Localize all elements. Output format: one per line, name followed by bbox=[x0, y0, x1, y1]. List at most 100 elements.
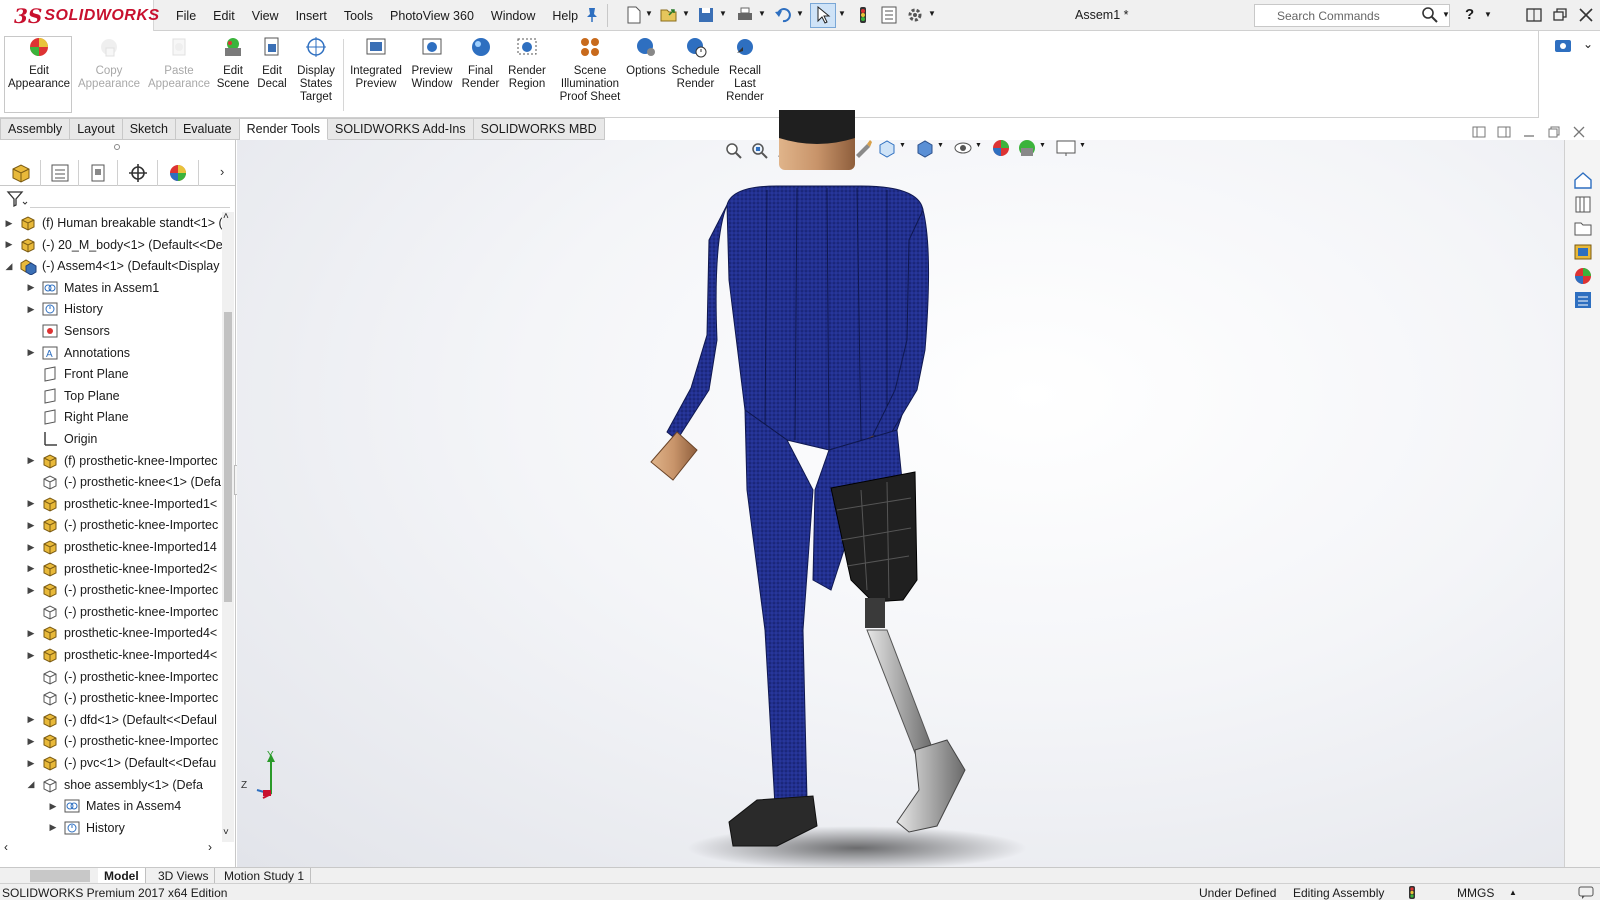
display-states-target-button[interactable]: Display States Target bbox=[291, 35, 341, 104]
filter-input[interactable] bbox=[30, 190, 230, 208]
tree-node[interactable]: ▶ (-) prosthetic-knee-Importec bbox=[26, 579, 218, 601]
tab-layout[interactable]: Layout bbox=[70, 118, 123, 140]
solidworks-resources-icon[interactable] bbox=[1573, 170, 1593, 190]
collapsed-arrow-icon[interactable]: ▶ bbox=[48, 822, 58, 833]
preview-window-button[interactable]: Preview Window bbox=[405, 35, 459, 91]
display-manager-tab-icon[interactable] bbox=[168, 163, 188, 183]
collapsed-arrow-icon[interactable]: ▶ bbox=[26, 520, 36, 531]
tree-node[interactable]: ▶ prosthetic-knee-Imported14 bbox=[26, 536, 217, 558]
menu-tools[interactable]: Tools bbox=[344, 9, 373, 23]
viewport-minimize-icon[interactable] bbox=[1522, 125, 1536, 139]
options-gear-icon[interactable] bbox=[906, 6, 924, 24]
tree-node[interactable]: ▶ prosthetic-knee-Imported4< bbox=[26, 644, 217, 666]
collapsed-arrow-icon[interactable]: ▶ bbox=[26, 563, 36, 574]
status-message-icon[interactable] bbox=[1578, 886, 1594, 899]
view-palette-icon[interactable] bbox=[1573, 242, 1593, 262]
tab-evaluate[interactable]: Evaluate bbox=[175, 118, 240, 140]
menu-edit[interactable]: Edit bbox=[213, 9, 235, 23]
recall-last-render-button[interactable]: Recall Last Render bbox=[723, 35, 767, 104]
final-render-button[interactable]: Final Render bbox=[459, 35, 502, 91]
collapsed-arrow-icon[interactable]: ▶ bbox=[26, 498, 36, 509]
paste-appearance-button[interactable]: Paste Appearance bbox=[144, 35, 214, 91]
tree-node[interactable]: ◢ (-) Assem4<1> (Default<Display bbox=[4, 255, 220, 277]
rebuild-status-icon[interactable] bbox=[1406, 886, 1418, 899]
tree-node[interactable]: ▶ Mates in Assem4 bbox=[48, 795, 182, 817]
tree-vertical-scrollbar[interactable]: ˄ ˅ bbox=[222, 211, 234, 842]
view-settings-monitor-icon[interactable] bbox=[1055, 138, 1077, 158]
solidworks-logo[interactable]: 3S SOLIDWORKS bbox=[0, 0, 159, 31]
restore-window-icon[interactable] bbox=[1551, 6, 1569, 24]
undo-icon[interactable] bbox=[774, 6, 792, 24]
menu-help[interactable]: Help bbox=[552, 9, 578, 23]
tab-sketch[interactable]: Sketch bbox=[122, 118, 176, 140]
tree-node[interactable]: ▶ (-) dfd<1> (Default<<Defaul bbox=[26, 709, 217, 731]
filter-icon[interactable] bbox=[6, 190, 28, 208]
collapsed-arrow-icon[interactable]: ▶ bbox=[4, 218, 14, 229]
configuration-manager-tab-icon[interactable] bbox=[88, 163, 108, 183]
collapsed-arrow-icon[interactable]: ▶ bbox=[26, 455, 36, 466]
render-region-button[interactable]: Render Region bbox=[502, 35, 552, 91]
collapsed-arrow-icon[interactable]: ▶ bbox=[26, 714, 36, 725]
tab-3d-views[interactable]: 3D Views bbox=[152, 868, 216, 884]
units-dropdown-icon[interactable]: ▲ bbox=[1509, 888, 1517, 897]
view-settings-dropdown-icon[interactable]: ▼ bbox=[1079, 142, 1086, 149]
select-dropdown-icon[interactable]: ▼ bbox=[838, 9, 846, 18]
tree-node[interactable]: ◢ shoe assembly<1> (Defa bbox=[26, 774, 203, 796]
search-icon[interactable] bbox=[1421, 6, 1439, 24]
menu-photoview[interactable]: PhotoView 360 bbox=[390, 9, 474, 23]
viewport-tile-right-icon[interactable] bbox=[1497, 125, 1511, 139]
design-library-icon[interactable] bbox=[1573, 194, 1593, 214]
tree-node[interactable]: ▶ (-) pvc<1> (Default<<Defau bbox=[26, 752, 216, 774]
tree-node[interactable]: (-) prosthetic-knee-Importec bbox=[26, 687, 218, 709]
viewport-close-icon[interactable] bbox=[1572, 125, 1586, 139]
collapsed-arrow-icon[interactable]: ▶ bbox=[48, 801, 58, 812]
print-icon[interactable] bbox=[736, 6, 754, 24]
tab-solidworks-mbd[interactable]: SOLIDWORKS MBD bbox=[473, 118, 605, 140]
collapsed-arrow-icon[interactable]: ▶ bbox=[26, 542, 36, 553]
collapsed-arrow-icon[interactable]: ▶ bbox=[26, 347, 36, 358]
scroll-up-icon[interactable]: ˄ bbox=[223, 211, 229, 222]
menu-window[interactable]: Window bbox=[491, 9, 535, 23]
tree-node[interactable]: ▶ A Annotations bbox=[26, 342, 131, 364]
copy-appearance-button[interactable]: Copy Appearance bbox=[74, 35, 144, 91]
tree-node[interactable]: (-) prosthetic-knee<1> (Defa bbox=[26, 471, 221, 493]
print-dropdown-icon[interactable]: ▼ bbox=[758, 9, 766, 18]
tree-node[interactable]: ▶ History bbox=[48, 817, 125, 839]
collapsed-arrow-icon[interactable]: ▶ bbox=[26, 282, 36, 293]
collapsed-arrow-icon[interactable]: ▶ bbox=[26, 758, 36, 769]
tree-node[interactable]: ▶ (-) prosthetic-knee-Importec bbox=[26, 514, 218, 536]
integrated-preview-button[interactable]: Integrated Preview bbox=[348, 35, 404, 91]
collapsed-arrow-icon[interactable]: ▶ bbox=[4, 239, 14, 250]
tab-render-tools[interactable]: Render Tools bbox=[239, 118, 329, 140]
tab-motion-study[interactable]: Motion Study 1 bbox=[218, 868, 312, 884]
help-icon[interactable]: ? bbox=[1465, 6, 1474, 23]
tree-node[interactable]: ▶ prosthetic-knee-Imported2< bbox=[26, 558, 217, 580]
tree-node[interactable]: Front Plane bbox=[26, 363, 129, 385]
tree-node[interactable]: Origin bbox=[26, 428, 97, 450]
panel-tabs-next-icon[interactable]: › bbox=[220, 164, 224, 179]
options-dropdown-icon[interactable]: ▼ bbox=[928, 9, 936, 18]
tab-assembly[interactable]: Assembly bbox=[0, 118, 71, 140]
collapse-chevron-icon[interactable]: ⌄ bbox=[1583, 37, 1593, 51]
collapsed-arrow-icon[interactable]: ▶ bbox=[26, 736, 36, 747]
tree-node[interactable]: (-) prosthetic-knee-Importec bbox=[26, 601, 218, 623]
scene-illumination-proof-sheet-button[interactable]: Scene Illumination Proof Sheet bbox=[554, 35, 626, 104]
collapsed-arrow-icon[interactable]: ▶ bbox=[26, 585, 36, 596]
rebuild-traffic-light-icon[interactable] bbox=[854, 6, 872, 24]
save-dropdown-icon[interactable]: ▼ bbox=[719, 9, 727, 18]
edit-scene-button[interactable]: Edit Scene bbox=[213, 35, 253, 91]
tree-node[interactable]: Sensors bbox=[26, 320, 110, 342]
window-tile-icon[interactable] bbox=[1525, 6, 1543, 24]
file-explorer-icon[interactable] bbox=[1573, 218, 1593, 238]
new-dropdown-icon[interactable]: ▼ bbox=[645, 9, 653, 18]
close-window-icon[interactable] bbox=[1577, 6, 1595, 24]
new-document-icon[interactable] bbox=[625, 6, 643, 24]
tree-node[interactable]: (-) prosthetic-knee-Importec bbox=[26, 666, 218, 688]
tab-solidworks-add-ins[interactable]: SOLIDWORKS Add-Ins bbox=[328, 118, 474, 140]
select-arrow-icon[interactable] bbox=[814, 6, 832, 24]
tab-model[interactable]: Model bbox=[98, 868, 146, 884]
menu-view[interactable]: View bbox=[252, 9, 279, 23]
cameras-icon[interactable] bbox=[1554, 37, 1574, 55]
status-units[interactable]: MMGS bbox=[1457, 886, 1494, 900]
viewport-tile-left-icon[interactable] bbox=[1472, 125, 1486, 139]
